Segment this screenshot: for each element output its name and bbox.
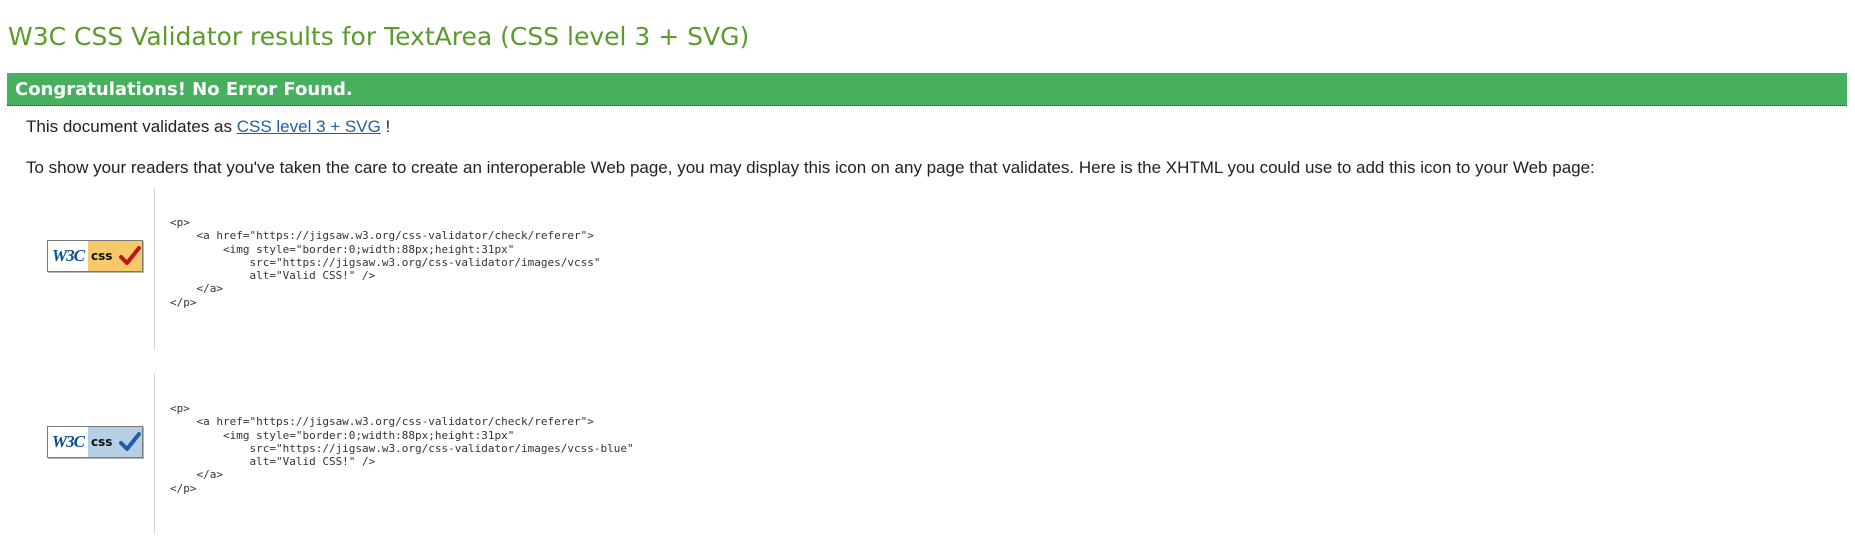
validation-suffix: ! (380, 117, 391, 136)
checkmark-icon (119, 432, 141, 451)
code-snippet-vcss-blue: <p> <a href="https://jigsaw.w3.org/css-v… (170, 402, 634, 495)
badge-css-text: css (91, 435, 113, 449)
badge-block-vcss-blue: W3C css <p> <a href="https://jigsaw.w3.o… (26, 374, 826, 534)
badge-block-vcss: W3C css <p> <a href="https://jigsaw.w3.o… (26, 188, 826, 350)
success-banner: Congratulations! No Error Found. (7, 73, 1847, 106)
code-snippet-vcss: <p> <a href="https://jigsaw.w3.org/css-v… (170, 216, 601, 309)
css-profile-link[interactable]: CSS level 3 + SVG (237, 117, 381, 136)
badge-css-text: css (91, 249, 113, 263)
w3c-logo-text: W3C (48, 241, 88, 271)
badge-css-panel: css (88, 427, 142, 457)
badge-css-panel: css (88, 241, 142, 271)
success-message: Congratulations! No Error Found. (15, 79, 353, 100)
code-divider (154, 188, 155, 350)
valid-css-blue-badge-icon: W3C css (47, 426, 143, 458)
w3c-logo-text: W3C (48, 427, 88, 457)
page-title: W3C CSS Validator results for TextArea (… (8, 22, 750, 51)
icon-info-text: To show your readers that you've taken t… (26, 158, 1595, 177)
validation-prefix: This document validates as (26, 117, 237, 136)
validation-statement: This document validates as CSS level 3 +… (26, 117, 390, 137)
code-divider (154, 374, 155, 534)
checkmark-icon (119, 246, 141, 265)
valid-css-badge-icon: W3C css (47, 240, 143, 272)
